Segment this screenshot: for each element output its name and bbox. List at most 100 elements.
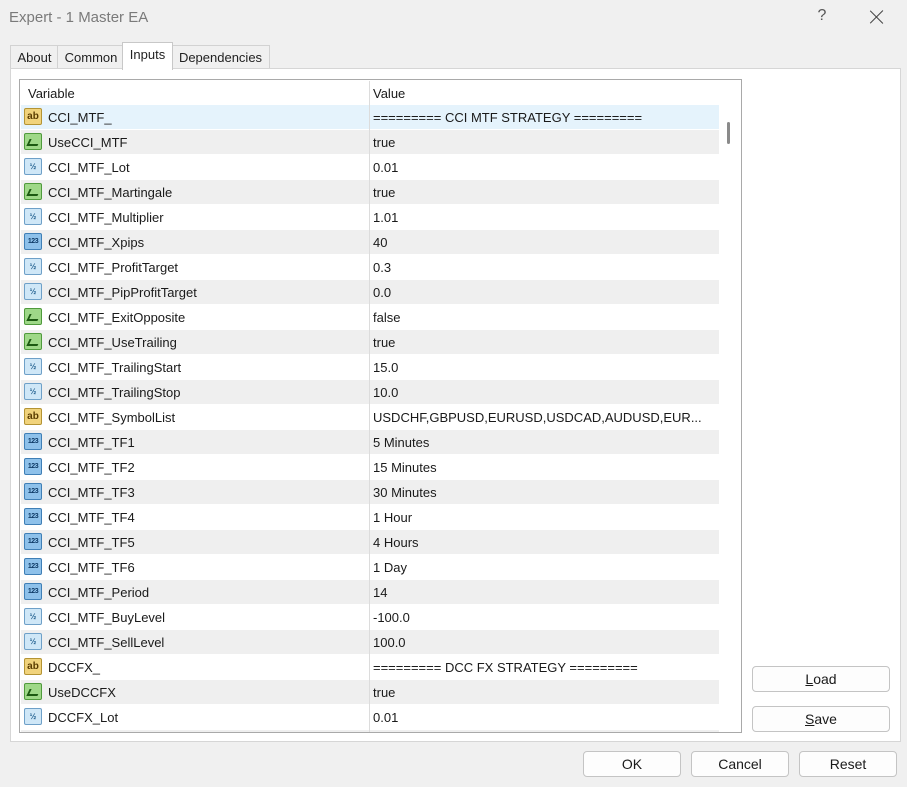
variable-value[interactable]: 0.3	[373, 260, 715, 275]
table-row[interactable]: 123 CCI_MTF_TF3 30 Minutes	[21, 480, 719, 505]
cell-separator	[369, 355, 370, 380]
double-type-icon: ½	[24, 358, 42, 375]
variable-value[interactable]: 1 Day	[373, 560, 715, 575]
grid-header: Variable Value	[21, 81, 719, 105]
variable-name: CCI_MTF_	[48, 110, 112, 125]
variable-value[interactable]: 0.01	[373, 160, 715, 175]
bool-type-icon	[24, 308, 42, 325]
table-row[interactable]: ½ CCI_MTF_TrailingStop 10.0	[21, 380, 719, 405]
table-row[interactable]: 123 CCI_MTF_Period 14	[21, 580, 719, 605]
save-button[interactable]: Save	[752, 706, 890, 732]
table-row[interactable]: ab CCI_MTF_SymbolList USDCHF,GBPUSD,EURUSD…	[21, 405, 719, 430]
variable-name: DCCFX_	[48, 660, 101, 675]
table-row[interactable]: ½ CCI_MTF_ProfitTarget 0.3	[21, 255, 719, 280]
table-row[interactable]: ½ CCI_MTF_TrailingStart 15.0	[21, 355, 719, 380]
load-button[interactable]: Load	[752, 666, 890, 692]
variable-value[interactable]: 14	[373, 585, 715, 600]
cell-separator	[369, 305, 370, 330]
table-row[interactable]: 123 CCI_MTF_TF6 1 Day	[21, 555, 719, 580]
int-type-icon: 123	[24, 458, 42, 475]
cell-separator	[369, 205, 370, 230]
variable-value[interactable]: 40	[373, 235, 715, 250]
variable-value[interactable]: 0.0	[373, 285, 715, 300]
table-row[interactable]: CCI_MTF_Martingale true	[21, 180, 719, 205]
cell-separator	[369, 530, 370, 555]
variable-value[interactable]: ========= DCC FX STRATEGY =========	[373, 660, 715, 675]
table-row[interactable]: ½ CCI_MTF_PipProfitTarget 0.0	[21, 280, 719, 305]
scrollbar-thumb[interactable]	[727, 122, 730, 144]
cell-separator	[369, 730, 370, 732]
table-row[interactable]: ½ CCI_MTF_Lot 0.01	[21, 155, 719, 180]
table-row[interactable]: ½ CCI_MTF_BuyLevel -100.0	[21, 605, 719, 630]
table-row[interactable]: ab CCI_MTF_ ========= CCI MTF STRATEGY ===…	[21, 105, 719, 130]
table-row[interactable]: ½ DCCFX_Lot 0.01	[21, 705, 719, 730]
tab-inputs[interactable]: Inputs	[122, 42, 173, 70]
table-row[interactable]: ½ CCI_MTF_Multiplier 1.01	[21, 205, 719, 230]
int-type-icon: 123	[24, 483, 42, 500]
variable-value[interactable]: true	[373, 685, 715, 700]
variable-name: CCI_MTF_TF5	[48, 535, 135, 550]
double-type-icon: ½	[24, 383, 42, 400]
variable-value[interactable]: true	[373, 335, 715, 350]
column-separator[interactable]	[369, 81, 370, 105]
variable-value[interactable]: false	[373, 310, 715, 325]
variable-value[interactable]: 5 Minutes	[373, 435, 715, 450]
variable-name: DCCFX_Lot	[48, 710, 119, 725]
cell-separator	[369, 655, 370, 680]
column-header-value[interactable]: Value	[373, 86, 405, 101]
variable-value[interactable]: true	[373, 135, 715, 150]
variable-value[interactable]: -100.0	[373, 610, 715, 625]
table-row[interactable]: ab DCCFX_ ========= DCC FX STRATEGY ======…	[21, 655, 719, 680]
table-row[interactable]: 123 CCI_MTF_TF5 4 Hours	[21, 530, 719, 555]
reset-button[interactable]: Reset	[799, 751, 897, 777]
ok-button[interactable]: OK	[583, 751, 681, 777]
cell-separator	[369, 455, 370, 480]
table-row[interactable]: CCI_MTF_UseTrailing true	[21, 330, 719, 355]
close-icon[interactable]	[869, 9, 885, 25]
cell-separator	[369, 555, 370, 580]
tab-about[interactable]: About	[10, 45, 59, 69]
cancel-button[interactable]: Cancel	[691, 751, 789, 777]
double-type-icon: ½	[24, 708, 42, 725]
int-type-icon: 123	[24, 533, 42, 550]
table-row[interactable]: ½ CCI_MTF_SellLevel 100.0	[21, 630, 719, 655]
table-row[interactable]: CCI_MTF_ExitOpposite false	[21, 305, 719, 330]
cell-separator	[369, 230, 370, 255]
table-row[interactable]: 123 CCI_MTF_Xpips 40	[21, 230, 719, 255]
double-type-icon: ½	[24, 158, 42, 175]
table-row[interactable]	[21, 730, 719, 732]
variable-name: CCI_MTF_TrailingStop	[48, 385, 181, 400]
vertical-scrollbar[interactable]	[720, 105, 739, 732]
table-row[interactable]: UseCCI_MTF true	[21, 130, 719, 155]
variable-name: CCI_MTF_ProfitTarget	[48, 260, 179, 275]
int-type-icon: 123	[24, 508, 42, 525]
variable-value[interactable]: 15 Minutes	[373, 460, 715, 475]
cell-separator	[369, 505, 370, 530]
column-header-variable[interactable]: Variable	[28, 86, 75, 101]
tab-common[interactable]: Common	[57, 45, 125, 69]
variable-value[interactable]: USDCHF,GBPUSD,EURUSD,USDCAD,AUDUSD,EUR..…	[373, 410, 715, 425]
variable-name: CCI_MTF_TF2	[48, 460, 135, 475]
table-row[interactable]: UseDCCFX true	[21, 680, 719, 705]
double-type-icon: ½	[24, 283, 42, 300]
variable-value[interactable]: ========= CCI MTF STRATEGY =========	[373, 110, 715, 125]
variable-name: CCI_MTF_SymbolList	[48, 410, 176, 425]
tab-dependencies[interactable]: Dependencies	[171, 45, 270, 69]
variable-value[interactable]: true	[373, 185, 715, 200]
help-button[interactable]: ?	[815, 7, 829, 25]
variable-value[interactable]: 30 Minutes	[373, 485, 715, 500]
table-row[interactable]: 123 CCI_MTF_TF2 15 Minutes	[21, 455, 719, 480]
variable-value[interactable]: 10.0	[373, 385, 715, 400]
variable-value[interactable]: 1 Hour	[373, 510, 715, 525]
variable-value[interactable]: 4 Hours	[373, 535, 715, 550]
table-row[interactable]: 123 CCI_MTF_TF1 5 Minutes	[21, 430, 719, 455]
variable-value[interactable]: 100.0	[373, 635, 715, 650]
string-type-icon: ab	[24, 408, 42, 425]
variable-name: UseDCCFX	[48, 685, 116, 700]
variable-value[interactable]: 15.0	[373, 360, 715, 375]
variable-value[interactable]: 1.01	[373, 210, 715, 225]
cell-separator	[369, 430, 370, 455]
variable-value[interactable]: 0.01	[373, 710, 715, 725]
table-row[interactable]: 123 CCI_MTF_TF4 1 Hour	[21, 505, 719, 530]
cell-separator	[369, 280, 370, 305]
